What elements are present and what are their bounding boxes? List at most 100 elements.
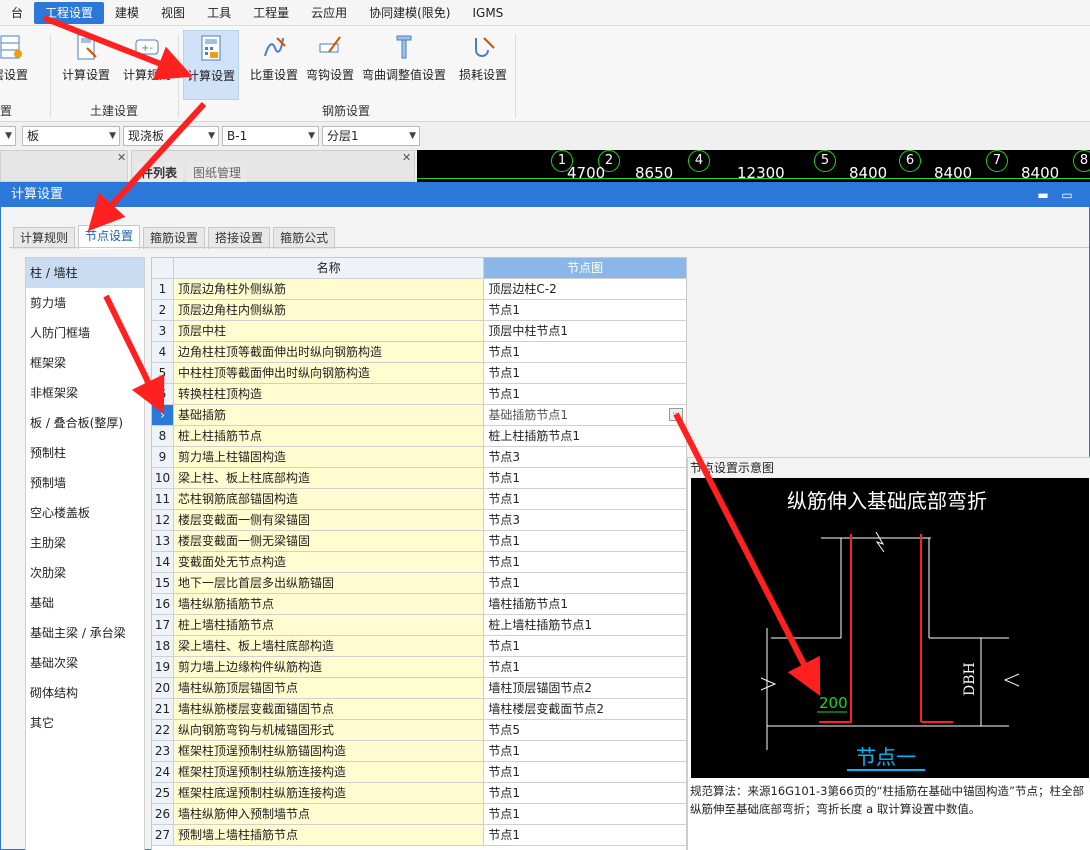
ribbon-hook-settings-button[interactable]: 弯钩设置 <box>299 30 361 96</box>
selector-left-combo[interactable]: ▼ <box>0 126 16 146</box>
category-item[interactable]: 主肋梁 <box>26 528 144 558</box>
ribbon-calc-rules-button[interactable]: +- 计算规则 <box>116 30 178 96</box>
table-row[interactable]: 6 转换柱柱顶构造 节点1 <box>152 384 686 405</box>
category-item[interactable]: 预制柱 <box>26 438 144 468</box>
row-node-cell[interactable]: 节点1 <box>484 804 686 825</box>
category-item[interactable]: 空心楼盖板 <box>26 498 144 528</box>
row-node-cell[interactable]: 节点1 <box>484 825 686 846</box>
category-item[interactable]: 人防门框墙 <box>26 318 144 348</box>
table-row[interactable]: 18 梁上墙柱、板上墙柱底部构造 节点1 <box>152 636 686 657</box>
row-node-cell[interactable]: 桩上柱插筋节点1 <box>484 426 686 447</box>
row-node-cell[interactable]: 节点1 <box>484 552 686 573</box>
table-row[interactable]: 26 墙柱纵筋伸入预制墙节点 节点1 <box>152 804 686 825</box>
selector-subtype-combo[interactable]: 现浇板 ▼ <box>123 126 219 146</box>
table-row[interactable]: 1 顶层边角柱外侧纵筋 顶层边柱C-2 <box>152 279 686 300</box>
menu-item-project-settings[interactable]: 工程设置 <box>34 1 105 24</box>
table-row[interactable]: 20 墙柱纵筋顶层锚固节点 墙柱顶层锚固节点2 <box>152 678 686 699</box>
row-node-cell[interactable]: 基础插筋节点1 ··· <box>484 405 686 426</box>
ribbon-floor-settings-button[interactable]: 层设置 <box>0 30 40 96</box>
menu-item-tools[interactable]: 工具 <box>196 2 242 24</box>
menu-item-collab[interactable]: 协同建模(限免) <box>358 2 461 24</box>
category-item[interactable]: 预制墙 <box>26 468 144 498</box>
row-node-cell[interactable]: 节点3 <box>484 447 686 468</box>
category-item[interactable]: 柱 / 墙柱 <box>26 258 144 288</box>
row-node-cell[interactable]: 节点1 <box>484 636 686 657</box>
table-row[interactable]: 25 框架柱底逞预制柱纵筋连接构造 节点1 <box>152 783 686 804</box>
category-item[interactable]: 基础次梁 <box>26 648 144 678</box>
row-node-cell[interactable]: 墙柱楼层变截面节点2 <box>484 699 686 720</box>
menu-item-cloud[interactable]: 云应用 <box>300 2 358 24</box>
row-node-cell[interactable]: 节点1 <box>484 531 686 552</box>
grid-header-name[interactable]: 名称 <box>173 258 485 279</box>
row-node-cell[interactable]: 节点1 <box>484 741 686 762</box>
close-icon[interactable]: ✕ <box>117 151 126 164</box>
row-node-cell[interactable]: 节点1 <box>484 762 686 783</box>
tab-lap-settings[interactable]: 搭接设置 <box>208 227 271 249</box>
table-row[interactable]: 21 墙柱纵筋楼层变截面锚固节点 墙柱楼层变截面节点2 <box>152 699 686 720</box>
minimize-icon[interactable]: ▬ <box>1033 183 1053 207</box>
category-item[interactable]: 剪力墙 <box>26 288 144 318</box>
table-row[interactable]: 11 芯柱钢筋底部锚固构造 节点1 <box>152 489 686 510</box>
row-node-cell[interactable]: 节点1 <box>484 300 686 321</box>
ribbon-bend-adjust-button[interactable]: 弯曲调整值设置 <box>358 30 450 96</box>
table-row[interactable]: 10 梁上柱、板上柱底部构造 节点1 <box>152 468 686 489</box>
menu-item-modeling[interactable]: 建模 <box>104 2 150 24</box>
table-row[interactable]: 13 楼层变截面一侧无梁锚固 节点1 <box>152 531 686 552</box>
row-node-cell[interactable]: 节点1 <box>484 384 686 405</box>
row-node-cell[interactable]: 节点1 <box>484 363 686 384</box>
table-row[interactable]: 3 顶层中柱 顶层中柱节点1 <box>152 321 686 342</box>
table-row[interactable]: 2 顶层边角柱内侧纵筋 节点1 <box>152 300 686 321</box>
row-node-cell[interactable]: 顶层中柱节点1 <box>484 321 686 342</box>
ribbon-civil-calc-settings-button[interactable]: 计算设置 <box>55 30 117 96</box>
row-node-cell[interactable]: 节点1 <box>484 489 686 510</box>
selector-layer-combo[interactable]: 分层1 ▼ <box>322 126 420 146</box>
row-node-cell[interactable]: 节点1 <box>484 783 686 804</box>
table-row[interactable]: 17 桩上墙柱插筋节点 桩上墙柱插筋节点1 <box>152 615 686 636</box>
tab-component-list[interactable]: 件列表 <box>135 162 184 183</box>
category-item[interactable]: 基础主梁 / 承台梁 <box>26 618 144 648</box>
table-row[interactable]: 23 框架柱顶逞预制柱纵筋锚固构造 节点1 <box>152 741 686 762</box>
menu-item-igms[interactable]: IGMS <box>461 2 514 24</box>
ribbon-loss-settings-button[interactable]: 损耗设置 <box>452 30 514 96</box>
tab-node-settings[interactable]: 节点设置 <box>78 225 141 249</box>
table-row[interactable]: 16 墙柱纵筋插筋节点 墙柱插筋节点1 <box>152 594 686 615</box>
tab-stirrup-settings[interactable]: 箍筋设置 <box>143 227 206 249</box>
row-node-cell[interactable]: 节点5 <box>484 720 686 741</box>
row-node-cell[interactable]: 墙柱顶层锚固节点2 <box>484 678 686 699</box>
row-node-cell[interactable]: 节点1 <box>484 573 686 594</box>
close-icon[interactable]: ✕ <box>402 151 411 164</box>
category-item[interactable]: 次肋梁 <box>26 558 144 588</box>
category-item[interactable]: 基础 <box>26 588 144 618</box>
row-node-cell[interactable]: 节点1 <box>484 468 686 489</box>
tab-calc-rules[interactable]: 计算规则 <box>13 227 76 249</box>
table-row[interactable]: 15 地下一层比首层多出纵筋锚固 节点1 <box>152 573 686 594</box>
table-row[interactable]: 4 边角柱柱顶等截面伸出时纵向钢筋构造 节点1 <box>152 342 686 363</box>
ellipsis-button[interactable]: ··· <box>669 408 683 421</box>
category-item[interactable]: 砌体结构 <box>26 678 144 708</box>
table-row[interactable]: 12 楼层变截面一侧有梁锚固 节点3 <box>152 510 686 531</box>
menu-item-quantities[interactable]: 工程量 <box>242 2 300 24</box>
table-row[interactable]: 9 剪力墙上柱锚固构造 节点3 <box>152 447 686 468</box>
table-row[interactable]: 14 变截面处无节点构造 节点1 <box>152 552 686 573</box>
ribbon-rebar-calc-settings-button[interactable]: 计算设置 <box>183 30 239 100</box>
selector-type-combo[interactable]: 板 ▼ <box>22 126 120 146</box>
menu-item-platform[interactable]: 台 <box>0 2 34 24</box>
category-item[interactable]: 板 / 叠合板(整厚) <box>26 408 144 438</box>
category-item[interactable]: 框架梁 <box>26 348 144 378</box>
ribbon-density-settings-button[interactable]: 比重设置 <box>243 30 305 96</box>
row-node-cell[interactable]: 节点1 <box>484 342 686 363</box>
maximize-icon[interactable]: ▭ <box>1057 183 1077 207</box>
table-row[interactable]: 22 纵向钢筋弯钩与机械锚固形式 节点5 <box>152 720 686 741</box>
grid-header-node[interactable]: 节点图 <box>484 258 686 279</box>
tab-stirrup-formula[interactable]: 箍筋公式 <box>273 227 336 249</box>
table-row[interactable]: 8 桩上柱插筋节点 桩上柱插筋节点1 <box>152 426 686 447</box>
selector-component-combo[interactable]: B-1 ▼ <box>222 126 319 146</box>
tab-drawing-management[interactable]: 图纸管理 <box>187 162 248 183</box>
category-item[interactable]: 非框架梁 <box>26 378 144 408</box>
table-row[interactable]: 27 预制墙上墙柱插筋节点 节点1 <box>152 825 686 846</box>
category-item[interactable]: 其它 <box>26 708 144 738</box>
menu-item-view[interactable]: 视图 <box>150 2 196 24</box>
table-row[interactable]: › 基础插筋 基础插筋节点1 ··· <box>152 405 686 426</box>
table-row[interactable]: 24 框架柱顶逞预制柱纵筋连接构造 节点1 <box>152 762 686 783</box>
table-row[interactable]: 19 剪力墙上边缘构件纵筋构造 节点1 <box>152 657 686 678</box>
